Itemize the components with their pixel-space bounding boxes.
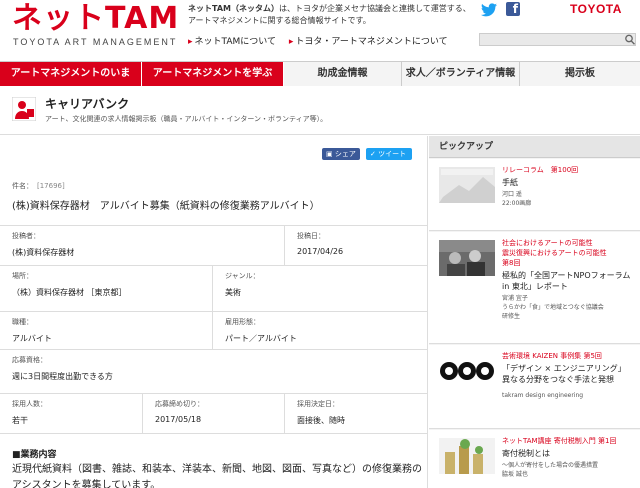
pickup-title: 手紙 xyxy=(502,178,518,187)
coins-thumbnail-icon xyxy=(439,438,495,474)
pickup-item[interactable]: リレーコラム 第100回 手紙 河口 遥 22:00画廊 xyxy=(429,159,640,231)
deadline-cell: 応募締め切り： 2017/05/18 xyxy=(143,394,285,433)
poster-cell: 投稿者： (株)資料保存器材 xyxy=(0,226,285,265)
deadline-value: 2017/05/18 xyxy=(155,415,202,424)
employ-label: 雇用形態： xyxy=(225,318,260,326)
role-row: 職種： アルバイト 雇用形態： パート／アルバイト xyxy=(0,312,428,350)
share-buttons: ▣ シェア ✓ ツイート xyxy=(322,148,412,160)
header-links: ▸ ネットTAMについて ▸ トヨタ・アートマネジメントについて xyxy=(188,34,458,47)
place-row: 場所： （株）資料保存器材 ［東京都］ ジャンル： 美術 xyxy=(0,266,428,312)
page-title-area: キャリアバンク アート、文化関連の求人情報掲示板（職員・アルバイト・インターン・… xyxy=(0,87,640,135)
pickup-title: 寄付税制とは xyxy=(502,449,550,458)
site-intro: ネットTAM（ネッタム）は、トヨタが企業メセナ協議会と連携して運営する、アートマ… xyxy=(188,3,478,27)
nav-bulletin-board[interactable]: 掲示板 xyxy=(520,62,640,86)
career-person-icon xyxy=(12,97,36,121)
search-input[interactable] xyxy=(479,33,636,46)
site-logo-subtitle: TOYOTA ART MANAGEMENT xyxy=(13,37,178,47)
role-cell: 職種： アルバイト xyxy=(0,312,213,349)
deadline-label: 応募締め切り： xyxy=(155,400,204,408)
employ-value: パート／アルバイト xyxy=(225,334,297,343)
site-logo[interactable]: ネットTAM xyxy=(12,2,179,36)
search-icon[interactable] xyxy=(624,33,636,46)
about-nettam-link[interactable]: ▸ ネットTAMについて xyxy=(188,37,276,47)
pickup-sidebar: ピックアップ リレーコラム 第100回 手紙 河口 遥 22:00画廊 社会にお… xyxy=(429,136,640,488)
qualification-row: 応募資格： 週に3日間程度出勤できる方 xyxy=(0,350,428,394)
count-label: 採用人数： xyxy=(12,400,47,408)
pickup-item[interactable]: ネットTAM講座 寄付税制入門 第1回 寄付税制とは 〜個人が寄付をした場合の優… xyxy=(429,430,640,488)
page-description: アート、文化関連の求人情報掲示板（職員・アルバイト・インターン・ボランティア等）… xyxy=(45,115,328,123)
decide-cell: 採用決定日： 面接後、随時 xyxy=(285,394,428,433)
work-content-heading: ■業務内容 xyxy=(12,450,57,460)
forum-photo-thumbnail-icon xyxy=(439,240,495,276)
hiring-row: 採用人数： 若干 応募締め切り： 2017/05/18 採用決定日： 面接後、随… xyxy=(0,394,428,434)
subject-label: 件名： [17696] xyxy=(12,182,65,190)
design-engineering-thumbnail-icon xyxy=(439,353,495,389)
pickup-category: ネットTAM講座 寄付税制入門 第1回 xyxy=(502,437,617,445)
job-id: [17696] xyxy=(37,182,65,190)
place-label: 場所： xyxy=(12,272,33,280)
genre-value: 美術 xyxy=(225,288,241,297)
role-value: アルバイト xyxy=(12,334,52,343)
nav-grants[interactable]: 助成金情報 xyxy=(284,62,402,86)
role-label: 職種： xyxy=(12,318,33,326)
pickup-category: 芸術環境 KAIZEN 事例集 第5回 xyxy=(502,352,602,360)
page-title: キャリアバンク xyxy=(45,97,130,111)
work-content-body: 近現代紙資料（図書、雑誌、和装本、洋装本、新聞、地図、図面、写真など）の修復業務… xyxy=(12,464,422,488)
count-cell: 採用人数： 若干 xyxy=(0,394,143,433)
pickup-category: リレーコラム 第100回 xyxy=(502,166,579,174)
place-cell: 場所： （株）資料保存器材 ［東京都］ xyxy=(0,266,213,311)
poster-row: 投稿者： (株)資料保存器材 投稿日： 2017/04/26 xyxy=(0,226,428,266)
about-toyota-link[interactable]: ▸ トヨタ・アートマネジメントについて xyxy=(289,37,448,47)
nav-learn-art-management[interactable]: アートマネジメントを学ぶ xyxy=(142,62,284,86)
decide-value: 面接後、随時 xyxy=(297,416,345,425)
pickup-category: 社会におけるアートの可能性 震災復興におけるアートの可能性 第8回 xyxy=(502,239,607,267)
nav-art-management-now[interactable]: アートマネジメントのいま xyxy=(0,62,142,86)
twitter-share-button[interactable]: ✓ ツイート xyxy=(366,148,412,160)
global-nav: アートマネジメントのいま アートマネジメントを学ぶ 助成金情報 求人／ボランティ… xyxy=(0,61,640,86)
poster-value: (株)資料保存器材 xyxy=(12,248,75,257)
pickup-meta: 河口 遥 22:00画廊 xyxy=(502,191,532,207)
pickup-item[interactable]: 芸術環境 KAIZEN 事例集 第5回 「デザイン × エンジニアリング」 異な… xyxy=(429,345,640,429)
twitter-icon[interactable] xyxy=(481,3,497,17)
job-subject-row: 件名： [17696] (株)資料保存器材 アルバイト募集（紙資料の修復業務アルバ… xyxy=(0,176,428,226)
decide-label: 採用決定日： xyxy=(297,400,339,408)
facebook-icon[interactable]: f xyxy=(506,2,520,16)
qualification-value: 週に3日間程度出勤できる方 xyxy=(12,372,113,381)
toyota-logo[interactable]: TOYOTA xyxy=(570,2,622,16)
site-header: ネットTAM TOYOTA ART MANAGEMENT ネットTAM（ネッタム… xyxy=(0,0,640,60)
date-cell: 投稿日： 2017/04/26 xyxy=(285,226,428,265)
poster-label: 投稿者： xyxy=(12,232,40,240)
job-subject: (株)資料保存器材 アルバイト募集（紙資料の修復業務アルバイト） xyxy=(12,201,320,212)
pickup-title: 「デザイン × エンジニアリング」 異なる分野をつなぐ手法と発想 xyxy=(502,364,626,384)
pickup-meta: takram design engineering xyxy=(502,392,584,399)
count-value: 若干 xyxy=(12,416,28,425)
place-value: （株）資料保存器材 ［東京都］ xyxy=(12,288,127,297)
date-value: 2017/04/26 xyxy=(297,247,344,256)
nav-jobs-volunteer[interactable]: 求人／ボランティア情報 xyxy=(402,62,520,86)
genre-label: ジャンル： xyxy=(225,272,260,280)
job-detail: ▣ シェア ✓ ツイート 件名： [17696] (株)資料保存器材 アルバイト募… xyxy=(0,136,428,488)
qualification-label: 応募資格： xyxy=(12,356,47,364)
pickup-meta: 〜個人が寄付をした場合の優遇措置 脇坂 誠也 xyxy=(502,462,599,478)
letter-thumbnail-icon xyxy=(439,167,495,203)
site-intro-name: ネットTAM（ネッタム） xyxy=(188,4,279,13)
date-label: 投稿日： xyxy=(297,232,325,240)
pickup-title: 極私的「全国アートNPOフォーラム in 東北」レポート xyxy=(502,271,631,291)
employ-cell: 雇用形態： パート／アルバイト xyxy=(213,312,428,349)
pickup-meta: 宮浦 宜子 うらかわ「食」で地域とつなぐ協議会 研修生 xyxy=(502,295,604,320)
facebook-share-button[interactable]: ▣ シェア xyxy=(322,148,360,160)
pickup-item[interactable]: 社会におけるアートの可能性 震災復興におけるアートの可能性 第8回 極私的「全国… xyxy=(429,232,640,344)
pickup-heading: ピックアップ xyxy=(429,136,640,158)
genre-cell: ジャンル： 美術 xyxy=(213,266,428,311)
